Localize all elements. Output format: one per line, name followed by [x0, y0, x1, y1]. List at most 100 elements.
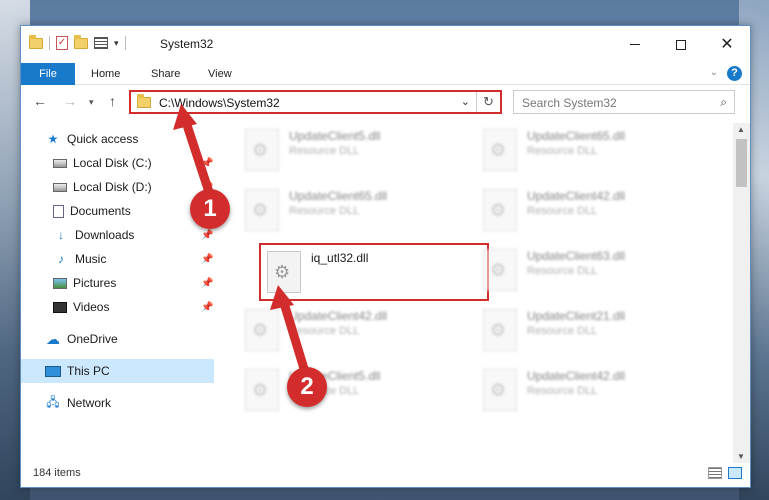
file-item[interactable]: UpdateClient63.dll Resource DLL: [477, 243, 707, 299]
scrollbar-thumb[interactable]: [736, 139, 747, 187]
window-title: System32: [160, 37, 214, 51]
file-name: UpdateClient65.dll: [527, 129, 626, 143]
sidebar-item-network[interactable]: 🖧 Network: [45, 391, 214, 415]
file-name: UpdateClient63.dll: [527, 249, 626, 263]
annotation-marker-2: 2: [287, 367, 327, 407]
file-item[interactable]: UpdateClient42.dll Resource DLL: [239, 303, 469, 359]
file-item[interactable]: UpdateClient42.dll Resource DLL: [477, 363, 707, 419]
address-bar[interactable]: C:\Windows\System32 ⌄ ↻: [129, 90, 502, 114]
pin-icon: 📌: [201, 229, 214, 241]
sidebar-item-music[interactable]: ♪ Music 📌: [53, 247, 214, 271]
title-bar: ✓ ▾ System32 ✕: [21, 26, 750, 63]
file-type: Resource DLL: [527, 205, 598, 217]
properties-check-icon[interactable]: ✓: [56, 36, 68, 50]
dll-file-icon: [245, 189, 279, 231]
close-icon: ✕: [720, 35, 734, 53]
dll-file-icon: [245, 309, 279, 351]
sidebar-item-label: OneDrive: [67, 332, 118, 346]
back-button[interactable]: ←: [33, 93, 47, 109]
minimize-button[interactable]: [612, 26, 658, 63]
maximize-icon: [676, 39, 686, 50]
dll-file-icon: [483, 129, 517, 171]
customize-toolbar-icon[interactable]: [94, 37, 108, 49]
sidebar-item-this-pc[interactable]: This PC: [21, 359, 214, 383]
search-icon[interactable]: ⌕: [720, 95, 727, 110]
sidebar-item-local-disk-d[interactable]: Local Disk (D:) 📌: [53, 175, 214, 199]
sidebar-item-label: Documents: [70, 204, 131, 218]
pc-icon: [45, 365, 61, 377]
file-item[interactable]: UpdateClient5.dll Resource DLL: [239, 123, 469, 179]
details-view-icon[interactable]: [708, 467, 722, 479]
scroll-up-icon[interactable]: ▲: [737, 125, 745, 134]
large-icons-view-icon[interactable]: [728, 467, 742, 479]
up-button[interactable]: ↑: [109, 93, 116, 109]
ribbon-tabs: File Home Share View ⌄ ?: [21, 63, 750, 85]
forward-button[interactable]: →: [63, 93, 77, 109]
chevron-down-icon[interactable]: ▾: [114, 38, 119, 49]
music-icon: ♪: [58, 252, 64, 266]
sidebar-item-label: Network: [67, 396, 112, 410]
address-path[interactable]: C:\Windows\System32: [159, 96, 280, 110]
network-icon: 🖧: [46, 394, 60, 409]
file-list: UpdateClient5.dll Resource DLL UpdateCli…: [235, 123, 729, 463]
file-name: UpdateClient5.dll: [289, 129, 381, 143]
close-button[interactable]: ✕: [704, 26, 750, 63]
sidebar-item-downloads[interactable]: ↓ Downloads 📌: [53, 223, 214, 247]
item-count: 184 items: [33, 467, 81, 479]
dll-file-icon: [245, 129, 279, 171]
file-explorer-window: ✓ ▾ System32 ✕ File Home Share View ⌄ ? …: [20, 25, 751, 488]
file-item[interactable]: UpdateClient65.dll Resource DLL: [239, 183, 469, 239]
search-input[interactable]: Search System32: [522, 96, 617, 110]
file-item[interactable]: UpdateClient42.dll Resource DLL: [477, 183, 707, 239]
navigation-pane: ★ Quick access Local Disk (C:) 📌 Local D…: [21, 123, 214, 463]
tab-share[interactable]: Share: [151, 63, 180, 85]
videos-icon: [53, 301, 67, 313]
drive-icon: [53, 158, 67, 168]
navigation-bar: ← → ▾ ↑ C:\Windows\System32 ⌄ ↻ Search S…: [21, 86, 750, 118]
sidebar-item-quick-access[interactable]: ★ Quick access: [45, 127, 238, 151]
refresh-button[interactable]: ↻: [476, 92, 500, 112]
scroll-down-icon[interactable]: ▼: [737, 452, 745, 461]
tab-file[interactable]: File: [21, 63, 75, 85]
file-item[interactable]: UpdateClient65.dll Resource DLL: [477, 123, 707, 179]
file-name: UpdateClient42.dll: [527, 189, 626, 203]
sidebar-item-videos[interactable]: Videos 📌: [53, 295, 214, 319]
separator: [124, 36, 126, 50]
dll-file-icon: [483, 189, 517, 231]
pin-icon: 📌: [201, 157, 214, 169]
annotation-marker-1: 1: [190, 189, 230, 229]
dll-file-icon: [483, 369, 517, 411]
sidebar-item-label: This PC: [67, 364, 110, 378]
file-item[interactable]: UpdateClient5.dll Resource DLL: [239, 363, 469, 419]
tab-view[interactable]: View: [208, 63, 232, 85]
chevron-down-icon[interactable]: ⌄: [461, 95, 470, 108]
file-item[interactable]: UpdateClient21.dll Resource DLL: [477, 303, 707, 359]
new-folder-icon[interactable]: [74, 34, 88, 49]
cloud-icon: ☁: [46, 330, 60, 347]
help-icon[interactable]: ?: [727, 66, 742, 81]
sidebar-item-label: Local Disk (C:): [73, 156, 152, 170]
sidebar-item-label: Downloads: [75, 228, 135, 242]
minimize-icon: [630, 44, 640, 45]
expand-ribbon-icon[interactable]: ⌄: [710, 67, 718, 78]
sidebar-item-label: Local Disk (D:): [73, 180, 152, 194]
tab-home[interactable]: Home: [91, 63, 120, 85]
file-type: Resource DLL: [527, 385, 598, 397]
documents-icon: [53, 204, 64, 218]
sidebar-item-label: Videos: [73, 300, 110, 314]
sidebar-item-local-disk-c[interactable]: Local Disk (C:) 📌: [53, 151, 214, 175]
file-item-iq-utl32[interactable]: iq_utl32.dll: [259, 243, 489, 301]
sidebar-item-onedrive[interactable]: ☁ OneDrive: [45, 327, 214, 351]
dll-file-icon: [267, 251, 301, 293]
pictures-icon: [53, 277, 67, 289]
search-box[interactable]: Search System32 ⌕: [513, 90, 735, 114]
folder-icon: [29, 34, 43, 49]
vertical-scrollbar[interactable]: ▲ ▼: [733, 123, 750, 463]
recent-locations-button[interactable]: ▾: [89, 97, 94, 108]
sidebar-item-pictures[interactable]: Pictures 📌: [53, 271, 214, 295]
maximize-button[interactable]: [658, 26, 704, 63]
drive-icon: [53, 182, 67, 192]
pin-icon: 📌: [201, 253, 214, 265]
sidebar-item-label: Quick access: [67, 132, 139, 146]
status-bar: 184 items: [21, 461, 750, 487]
